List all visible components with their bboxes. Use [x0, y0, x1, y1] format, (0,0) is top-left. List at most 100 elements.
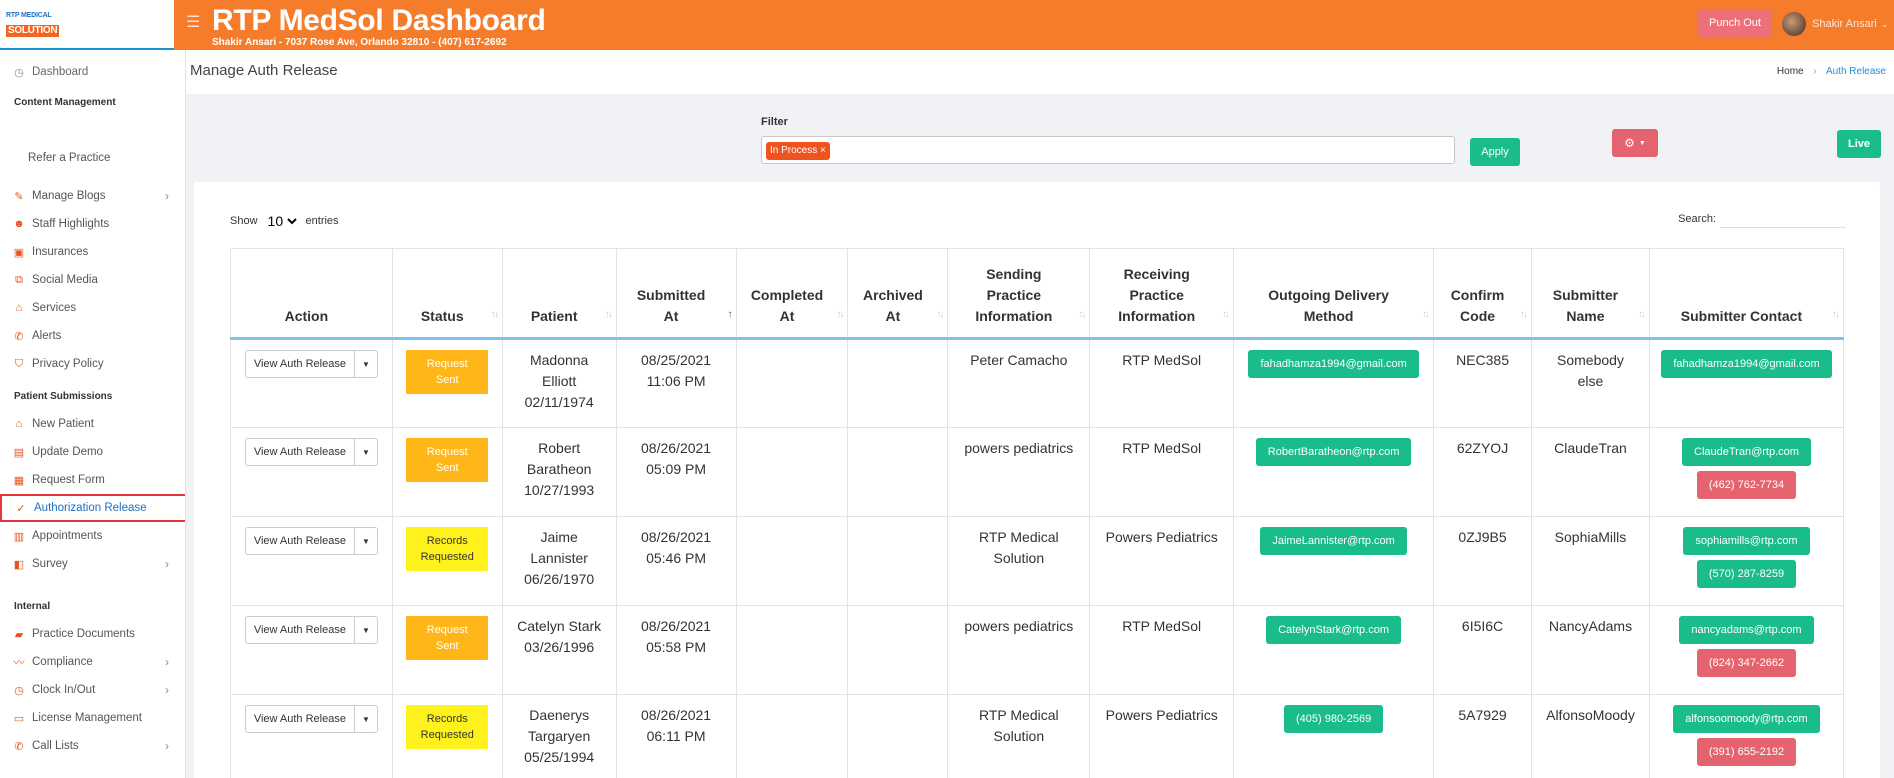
logo-area[interactable]: RTP MEDICAL SOLUTION	[0, 0, 185, 50]
status-line1: Records	[426, 535, 468, 547]
col-submitter-name[interactable]: Submitter Name ↑↓	[1531, 248, 1650, 340]
sending-line1: powers pediatrics	[964, 440, 1074, 456]
cell-submitter-contact: alfonsoomoody@rtp.com (391) 655-2192	[1648, 694, 1845, 778]
sidebar-item-staff-highlights[interactable]: ☻ Staff Highlights	[0, 210, 185, 238]
sidebar-item-label: Authorization Release	[34, 502, 147, 514]
delivery-pill[interactable]: CatelynStark@rtp.com	[1266, 616, 1401, 644]
contact-email-pill[interactable]: sophiamills@rtp.com	[1683, 527, 1810, 555]
sidebar-item-label: Privacy Policy	[32, 358, 104, 370]
submitted-date: 08/26/2021	[641, 707, 712, 723]
table-row: View Auth Release ▼ Records Requested Daen…	[230, 694, 1845, 778]
apply-button[interactable]: Apply	[1470, 138, 1520, 166]
search-input[interactable]	[1720, 210, 1846, 228]
delivery-pill[interactable]: fahadhamza1994@gmail.com	[1248, 350, 1419, 378]
caret-down-icon[interactable]: ▼	[355, 354, 377, 375]
caret-down-icon[interactable]: ▼	[355, 709, 377, 730]
col-archived-at[interactable]: Archived At ↑↓	[847, 248, 949, 340]
view-auth-release-button[interactable]: View Auth Release ▼	[244, 705, 378, 733]
col-delivery-method[interactable]: Outgoing Delivery Method ↑↓	[1233, 248, 1435, 340]
menu-icon[interactable]: ☰	[186, 12, 200, 32]
col-submitted-at[interactable]: Submitted At ↑	[615, 248, 737, 340]
col-receiving-practice[interactable]: Receiving Practice Information ↑↓	[1089, 248, 1235, 340]
chevron-right-icon: ›	[165, 557, 169, 571]
col-completed-at[interactable]: Completed At ↑↓	[735, 248, 849, 340]
submitted-time: 05:09 PM	[646, 461, 707, 477]
close-icon[interactable]: ×	[820, 145, 826, 156]
contact-email-pill[interactable]: fahadhamza1994@gmail.com	[1661, 350, 1832, 378]
view-auth-release-button[interactable]: View Auth Release ▼	[244, 350, 378, 378]
sidebar-item-request-form[interactable]: ▦ Request Form	[0, 466, 185, 494]
sidebar-item-social-media[interactable]: ⧉ Social Media	[0, 266, 185, 294]
cell-completed-at	[735, 605, 849, 695]
sidebar-item-label: Manage Blogs	[32, 190, 106, 202]
user-menu[interactable]: Shakir Ansari ⌄	[1782, 12, 1888, 36]
cell-archived-at	[847, 694, 949, 778]
cell-submitted-at: 08/26/2021 05:58 PM	[615, 605, 737, 695]
sidebar-item-insurances[interactable]: ▣ Insurances	[0, 238, 185, 266]
view-auth-release-button[interactable]: View Auth Release ▼	[244, 527, 378, 555]
cell-completed-at	[735, 694, 849, 778]
punch-out-button[interactable]: Punch Out	[1698, 9, 1772, 37]
filter-input[interactable]: In Process ×	[761, 136, 1455, 164]
col-confirm-code[interactable]: Confirm Code ↑↓	[1433, 248, 1532, 340]
col-label: Submitted	[636, 287, 706, 303]
sidebar-item-refer[interactable]: Refer a Practice	[0, 144, 185, 172]
filter-chip[interactable]: In Process ×	[766, 142, 830, 160]
contact-email-pill[interactable]: alfonsoomoody@rtp.com	[1673, 705, 1820, 733]
contact-phone-pill[interactable]: (462) 762-7734	[1696, 471, 1797, 499]
sidebar-item-authorization-release[interactable]: ✓ Authorization Release	[0, 494, 185, 522]
delivery-pill[interactable]: RobertBaratheon@rtp.com	[1255, 438, 1412, 466]
contact-phone-pill[interactable]: (391) 655-2192	[1696, 738, 1797, 766]
sidebar-item-license[interactable]: ▭ License Management	[0, 704, 185, 732]
status-badge: Records Requested	[406, 705, 489, 749]
sort-icon: ↑↓	[1832, 309, 1840, 320]
live-button[interactable]: Live	[1837, 130, 1881, 158]
cell-action: View Auth Release ▼	[230, 694, 393, 778]
sort-icon: ↑↓	[604, 309, 613, 320]
delivery-pill[interactable]: JaimeLannister@rtp.com	[1260, 527, 1407, 555]
sidebar-item-update-demo[interactable]: ▤ Update Demo	[0, 438, 185, 466]
contact-email-pill[interactable]: nancyadams@rtp.com	[1679, 616, 1814, 644]
cell-confirm-code: 0ZJ9B5	[1433, 516, 1532, 606]
sidebar-item-call-lists[interactable]: ✆ Call Lists ›	[0, 732, 185, 760]
view-auth-release-button[interactable]: View Auth Release ▼	[244, 438, 378, 466]
sidebar-item-alerts[interactable]: ✆ Alerts	[0, 322, 185, 350]
col-status[interactable]: Status ↑↓	[391, 248, 503, 340]
sidebar-item-clock[interactable]: ◷ Clock In/Out ›	[0, 676, 185, 704]
status-line2: Sent	[435, 640, 459, 652]
receiving-practice: RTP MedSol	[1122, 618, 1202, 634]
calendar-icon: ▥	[13, 530, 25, 543]
cell-status: Records Requested	[391, 516, 503, 606]
sidebar-item-dashboard[interactable]: ◷ Dashboard	[0, 58, 185, 86]
cell-action: View Auth Release ▼	[230, 605, 393, 695]
entries-select[interactable]: 10	[263, 212, 300, 230]
col-patient[interactable]: Patient ↑↓	[501, 248, 617, 340]
col-submitter-contact[interactable]: Submitter Contact ↑↓	[1648, 248, 1845, 340]
sidebar-item-privacy-policy[interactable]: ⛉ Privacy Policy	[0, 350, 185, 378]
contact-phone-pill[interactable]: (824) 347-2662	[1696, 649, 1797, 677]
contact-phone-pill[interactable]: (570) 287-8259	[1696, 560, 1797, 588]
caret-down-icon[interactable]: ▼	[355, 620, 377, 641]
sidebar-item-new-patient[interactable]: ⌂ New Patient	[0, 410, 185, 438]
caret-down-icon[interactable]: ▼	[355, 531, 377, 552]
delivery-pill[interactable]: (405) 980-2569	[1283, 705, 1384, 733]
logo[interactable]: RTP MEDICAL SOLUTION	[6, 12, 60, 37]
col-sending-practice[interactable]: Sending Practice Information ↑↓	[947, 248, 1091, 340]
settings-dropdown-button[interactable]: ⚙ ▼	[1612, 129, 1658, 157]
sidebar-item-label: Services	[32, 302, 77, 314]
caret-down-icon[interactable]: ▼	[355, 442, 377, 463]
submitter-line2: else	[1577, 373, 1604, 389]
sidebar-item-label: Appointments	[32, 530, 103, 542]
cell-completed-at	[735, 427, 849, 517]
sidebar-item-services[interactable]: ⌂ Services	[0, 294, 185, 322]
sidebar-item-practice-documents[interactable]: ▰ Practice Documents	[0, 620, 185, 648]
contact-email-pill[interactable]: ClaudeTran@rtp.com	[1682, 438, 1811, 466]
view-auth-release-button[interactable]: View Auth Release ▼	[244, 616, 378, 644]
sidebar-item-survey[interactable]: ◧ Survey ›	[0, 550, 185, 578]
show-entries: Show 10 entries	[230, 212, 339, 230]
breadcrumb-home[interactable]: Home	[1777, 66, 1804, 77]
cell-receiving-practice: Powers Pediatrics	[1089, 516, 1235, 606]
sidebar-item-compliance[interactable]: 〰 Compliance ›	[0, 648, 185, 676]
sidebar-item-manage-blogs[interactable]: ✎ Manage Blogs ›	[0, 182, 185, 210]
sidebar-item-appointments[interactable]: ▥ Appointments	[0, 522, 185, 550]
